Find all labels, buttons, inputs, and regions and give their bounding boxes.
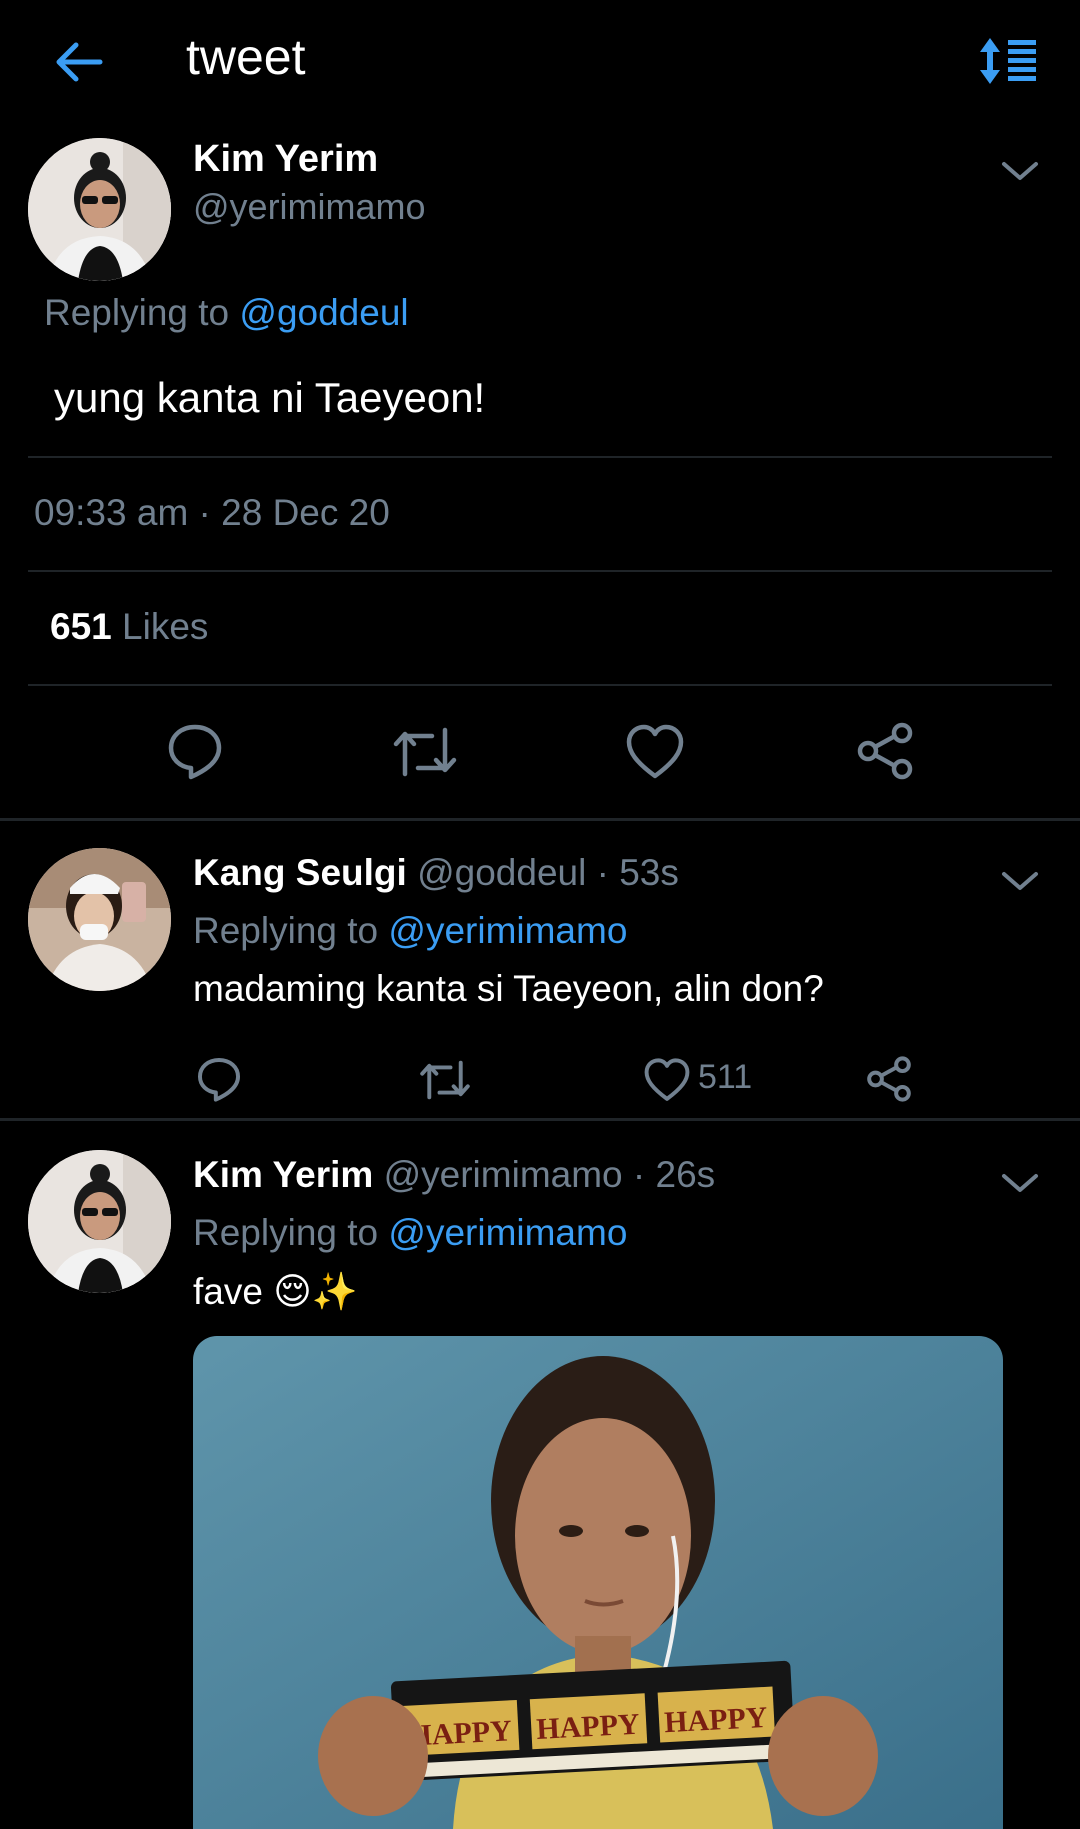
sort-thread-icon[interactable] [978,36,1038,86]
likes-summary[interactable]: 651 Likes [50,606,208,648]
reply-time: · 26s [632,1154,716,1195]
replying-to: Replying to @goddeul [44,292,409,334]
reply-header: Kim Yerim @yerimimamo · 26s [193,1154,715,1196]
chevron-down-icon[interactable] [998,1168,1042,1198]
divider [28,570,1052,572]
display-name[interactable]: Kim Yerim [193,1154,373,1195]
avatar-photo [28,1150,171,1293]
replying-handle-link[interactable]: @goddeul [239,292,408,333]
replying-to: Replying to @yerimimamo [193,910,627,952]
chevron-down-icon[interactable] [998,156,1042,186]
arrow-left-icon[interactable] [52,36,104,88]
top-bar: tweet [0,0,1080,120]
divider [28,684,1052,686]
like-icon[interactable] [644,1058,690,1102]
replying-label: Replying to [193,1212,379,1253]
likes-label: Likes [122,606,209,647]
user-handle[interactable]: @yerimimamo [193,186,426,228]
like-icon[interactable] [626,724,684,780]
share-icon[interactable] [866,1056,912,1102]
avatar-photo [28,138,171,281]
avatar-kim-yerim[interactable] [28,1150,171,1293]
reply-icon[interactable] [196,1056,242,1102]
replying-label: Replying to [44,292,230,333]
media-overlay-text: HAPPY [536,1708,641,1746]
section-divider [0,818,1080,821]
user-handle[interactable]: @yerimimamo [384,1154,623,1195]
replying-handle-link[interactable]: @yerimimamo [388,910,627,951]
reply-text: fave 😌✨ [193,1271,358,1312]
media-overlay-text: HAPPY [663,1701,768,1739]
tweet-timestamp: 09:33 am · 28 Dec 20 [34,492,390,533]
replying-to: Replying to @yerimimamo [193,1212,627,1254]
page-title: tweet [186,29,306,85]
retweet-icon[interactable] [392,724,458,780]
avatar-kim-yerim[interactable] [28,138,171,281]
media-photo: HAPPY HAPPY HAPPY [193,1336,1003,1829]
tweet-media-image[interactable]: HAPPY HAPPY HAPPY [193,1336,1003,1829]
reply-header: Kang Seulgi @goddeul · 53s [193,852,679,894]
reply-text: madaming kanta si Taeyeon, alin don? [193,968,824,1009]
user-handle[interactable]: @goddeul [417,852,586,893]
reply-icon[interactable] [166,722,224,780]
reply-time: · 53s [596,852,679,893]
display-name[interactable]: Kang Seulgi [193,852,407,893]
likes-count: 651 [50,606,112,647]
replying-label: Replying to [193,910,379,951]
divider [28,456,1052,458]
retweet-icon[interactable] [418,1058,472,1102]
share-icon[interactable] [856,722,914,780]
avatar-photo [28,848,171,991]
display-name[interactable]: Kim Yerim [193,138,378,181]
section-divider [0,1118,1080,1121]
like-count: 511 [698,1058,753,1096]
replying-handle-link[interactable]: @yerimimamo [388,1212,627,1253]
chevron-down-icon[interactable] [998,866,1042,896]
tweet-text: yung kanta ni Taeyeon! [54,374,486,421]
avatar-kang-seulgi[interactable] [28,848,171,991]
